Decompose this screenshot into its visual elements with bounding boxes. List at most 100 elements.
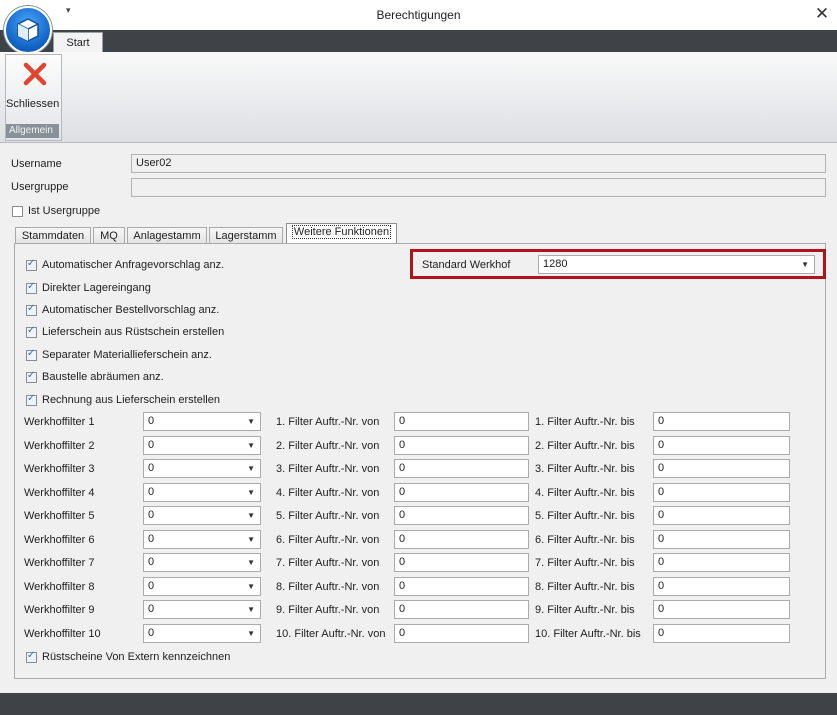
werkhoffilter-value: 0 [148, 603, 155, 615]
option-extern-checkbox[interactable]: Rüstscheine Von Extern kennzeichnen [26, 650, 286, 664]
werkhoffilter-label: Werkhoffilter 3 [24, 463, 95, 475]
username-label: Username [11, 158, 62, 170]
filter-to-label: 5. Filter Auftr.-Nr. bis [535, 510, 635, 522]
werkhoffilter-dropdown[interactable]: 0 ▼ [143, 600, 261, 619]
filter-from-label: 3. Filter Auftr.-Nr. von [276, 463, 380, 475]
chevron-down-icon: ▼ [247, 558, 255, 567]
filter-from-input[interactable]: 0 [394, 600, 529, 619]
option-label: Automatischer Anfragevorschlag anz. [42, 259, 225, 271]
filter-from-input[interactable]: 0 [394, 459, 529, 478]
application-menu-button[interactable] [4, 6, 52, 54]
filter-to-input[interactable]: 0 [653, 459, 790, 478]
tab-lagerstamm[interactable]: Lagerstamm [209, 227, 283, 243]
filter-to-input[interactable]: 0 [653, 577, 790, 596]
usergroup-field[interactable] [131, 178, 826, 197]
werkhoffilter-dropdown[interactable]: 0 ▼ [143, 553, 261, 572]
werkhoffilter-value: 0 [148, 462, 155, 474]
werkhoffilter-dropdown[interactable]: 0 ▼ [143, 483, 261, 502]
chevron-down-icon: ▼ [247, 511, 255, 520]
filter-to-input[interactable]: 0 [653, 624, 790, 643]
window-close-icon[interactable]: ✕ [812, 4, 832, 24]
option-lieferschein-checkbox[interactable]: Lieferschein aus Rüstschein erstellen [26, 325, 286, 339]
filter-from-label: 2. Filter Auftr.-Nr. von [276, 440, 380, 452]
tab-mq[interactable]: MQ [93, 227, 125, 243]
werkhoffilter-label: Werkhoffilter 5 [24, 510, 95, 522]
tab-stammdaten[interactable]: Stammdaten [15, 227, 91, 243]
close-button-label: Schliessen [6, 98, 60, 110]
filter-from-label: 8. Filter Auftr.-Nr. von [276, 581, 380, 593]
standard-werkhof-value: 1280 [543, 258, 568, 270]
filter-from-label: 5. Filter Auftr.-Nr. von [276, 510, 380, 522]
werkhoffilter-value: 0 [148, 556, 155, 568]
close-button[interactable]: Schliessen [6, 56, 59, 122]
filter-from-label: 7. Filter Auftr.-Nr. von [276, 557, 380, 569]
filter-to-input[interactable]: 0 [653, 412, 790, 431]
tab-weitere-funktionen[interactable]: Weitere Funktionen [286, 223, 397, 244]
option-label: Direkter Lagereingang [42, 282, 151, 294]
filter-to-input[interactable]: 0 [653, 483, 790, 502]
ribbon-panel [0, 52, 837, 143]
werkhoffilter-label: Werkhoffilter 9 [24, 604, 95, 616]
werkhoffilter-label: Werkhoffilter 8 [24, 581, 95, 593]
option-rechnung-checkbox[interactable]: Rechnung aus Lieferschein erstellen [26, 393, 286, 407]
filter-to-label: 2. Filter Auftr.-Nr. bis [535, 440, 635, 452]
checkbox-checked [26, 281, 37, 294]
cube-icon [17, 18, 39, 42]
checkbox-checked [26, 370, 37, 383]
filter-from-input[interactable]: 0 [394, 483, 529, 502]
filter-from-label: 10. Filter Auftr.-Nr. von [276, 628, 386, 640]
option-materiallieferschein-checkbox[interactable]: Separater Materiallieferschein anz. [26, 348, 286, 362]
filter-from-input[interactable]: 0 [394, 553, 529, 572]
werkhoffilter-dropdown[interactable]: 0 ▼ [143, 530, 261, 549]
werkhoffilter-value: 0 [148, 533, 155, 545]
filter-from-input[interactable]: 0 [394, 530, 529, 549]
option-baustelle-checkbox[interactable]: Baustelle abräumen anz. [26, 370, 286, 384]
checkbox-box [12, 206, 23, 217]
option-anfragevorschlag-checkbox[interactable]: Automatischer Anfragevorschlag anz. [26, 258, 286, 272]
filter-from-label: 6. Filter Auftr.-Nr. von [276, 534, 380, 546]
werkhoffilter-dropdown[interactable]: 0 ▼ [143, 459, 261, 478]
filter-to-input[interactable]: 0 [653, 530, 790, 549]
werkhoffilter-value: 0 [148, 627, 155, 639]
werkhoffilter-label: Werkhoffilter 1 [24, 416, 95, 428]
filter-from-input[interactable]: 0 [394, 412, 529, 431]
tab-anlagestamm[interactable]: Anlagestamm [127, 227, 207, 243]
filter-from-label: 4. Filter Auftr.-Nr. von [276, 487, 380, 499]
filter-to-label: 9. Filter Auftr.-Nr. bis [535, 604, 635, 616]
werkhoffilter-dropdown[interactable]: 0 ▼ [143, 624, 261, 643]
option-bestellvorschlag-checkbox[interactable]: Automatischer Bestellvorschlag anz. [26, 303, 286, 317]
filter-from-input[interactable]: 0 [394, 577, 529, 596]
filter-from-input[interactable]: 0 [394, 506, 529, 525]
chevron-down-icon: ▼ [247, 605, 255, 614]
chevron-down-icon: ▼ [247, 417, 255, 426]
werkhoffilter-dropdown[interactable]: 0 ▼ [143, 436, 261, 455]
usergroup-label: Usergruppe [11, 181, 69, 193]
option-label: Lieferschein aus Rüstschein erstellen [42, 326, 225, 338]
option-lagereingang-checkbox[interactable]: Direkter Lagereingang [26, 281, 286, 295]
filter-to-input[interactable]: 0 [653, 506, 790, 525]
werkhoffilter-value: 0 [148, 439, 155, 451]
chevron-down-icon: ▼ [247, 582, 255, 591]
username-field[interactable]: User02 [131, 154, 826, 173]
filter-from-input[interactable]: 0 [394, 436, 529, 455]
quick-access-dropdown-icon[interactable]: ▾ [66, 5, 71, 16]
filter-from-label: 9. Filter Auftr.-Nr. von [276, 604, 380, 616]
werkhoffilter-dropdown[interactable]: 0 ▼ [143, 412, 261, 431]
checkbox-checked [26, 303, 37, 316]
werkhoffilter-label: Werkhoffilter 2 [24, 440, 95, 452]
werkhoffilter-dropdown[interactable]: 0 ▼ [143, 577, 261, 596]
werkhoffilter-value: 0 [148, 580, 155, 592]
option-label: Baustelle abräumen anz. [42, 371, 164, 383]
ribbon-tab-start[interactable]: Start [53, 32, 103, 53]
filter-to-input[interactable]: 0 [653, 553, 790, 572]
standard-werkhof-dropdown[interactable]: 1280 ▼ [538, 255, 815, 274]
is-usergroup-checkbox[interactable]: Ist Usergruppe [12, 205, 132, 218]
filter-from-input[interactable]: 0 [394, 624, 529, 643]
filter-to-input[interactable]: 0 [653, 600, 790, 619]
filter-to-input[interactable]: 0 [653, 436, 790, 455]
chevron-down-icon: ▼ [247, 441, 255, 450]
werkhoffilter-value: 0 [148, 415, 155, 427]
werkhoffilter-dropdown[interactable]: 0 ▼ [143, 506, 261, 525]
chevron-down-icon: ▼ [247, 629, 255, 638]
standard-werkhof-label: Standard Werkhof [422, 259, 511, 271]
